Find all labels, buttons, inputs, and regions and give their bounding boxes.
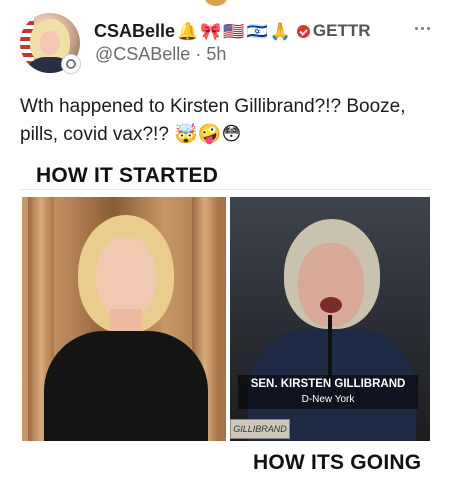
subject-black-top (44, 331, 208, 441)
bell-emoji: 🔔 (177, 21, 199, 41)
author-name-row[interactable]: CSABelle 🔔 🎀 🇺🇸 🇮🇱 🙏 GETTR (94, 20, 371, 42)
photo-how-its-going: SEN. KIRSTEN GILLIBRAND D-New York GILLI… (230, 197, 430, 441)
post-image[interactable]: HOW IT STARTED SEN. KIRSTEN GILLIBRAND D… (20, 159, 432, 489)
post-time: 5h (206, 44, 227, 64)
gettr-verified-icon (296, 24, 310, 38)
post-text: Wth happened to Kirsten Gillibrand?!? Bo… (20, 96, 406, 145)
subject-face (96, 237, 156, 317)
verified-seal-icon (61, 54, 81, 74)
us-flag-emoji: 🇺🇸 (223, 21, 245, 41)
subject-mouth (320, 297, 342, 313)
avatar-face (40, 31, 60, 55)
gettr-badge-text: GETTR (312, 21, 371, 40)
desk-nameplate: GILLIBRAND (230, 419, 290, 439)
israel-flag-emoji: 🇮🇱 (246, 21, 268, 41)
author-handle[interactable]: @CSABelle (95, 44, 190, 64)
meta-separator: · (195, 44, 202, 64)
lower-third-name: SEN. KIRSTEN GILLIBRAND (250, 378, 406, 390)
tv-lower-third: SEN. KIRSTEN GILLIBRAND D-New York (238, 375, 418, 409)
gettr-post: CSABelle 🔔 🎀 🇺🇸 🇮🇱 🙏 GETTR @CSABelle · 5… (0, 0, 452, 500)
praying-hands-emoji: 🙏 (269, 21, 291, 41)
meme-caption-top: HOW IT STARTED (36, 164, 219, 187)
meme-divider (20, 189, 432, 190)
author-display-name[interactable]: CSABelle (94, 21, 175, 42)
photo-how-it-started (22, 197, 226, 441)
ribbon-emoji: 🎀 (200, 21, 222, 41)
gettr-badge: GETTR (296, 21, 371, 41)
lower-third-party: D-New York (301, 394, 355, 405)
more-options-icon[interactable] (407, 16, 437, 40)
author-handle-row: @CSABelle · 5h (95, 44, 226, 65)
meme-caption-bottom: HOW ITS GOING (253, 451, 422, 474)
